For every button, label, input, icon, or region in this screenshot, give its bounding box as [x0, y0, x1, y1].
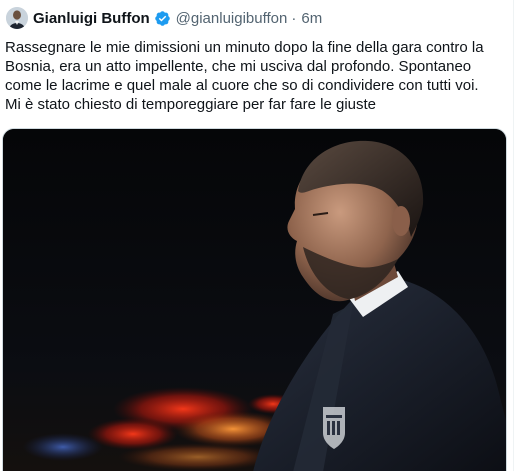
author-name[interactable]: Gianluigi Buffon — [33, 10, 150, 27]
author-avatar[interactable] — [6, 7, 28, 29]
separator-dot: · — [291, 9, 297, 27]
verified-badge-icon — [154, 10, 171, 27]
tweet-card[interactable]: Gianluigi Buffon @gianluigibuffon · 6m R… — [0, 0, 514, 471]
tweet-header: Gianluigi Buffon @gianluigibuffon · 6m — [6, 7, 322, 29]
tweet-timestamp[interactable]: 6m — [301, 10, 322, 27]
author-handle[interactable]: @gianluigibuffon — [176, 10, 288, 27]
tweet-photo[interactable] — [2, 128, 507, 471]
tweet-text: Rassegnare le mie dimissioni un minuto d… — [5, 39, 484, 113]
